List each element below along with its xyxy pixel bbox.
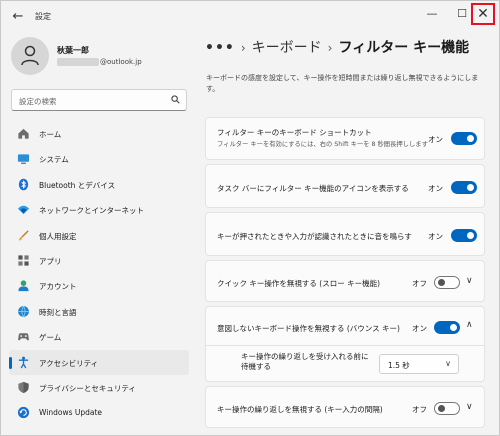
avatar <box>11 37 49 75</box>
sidebar-item-label: 時刻と言語 <box>39 307 77 317</box>
setting-slow-keys-card[interactable]: クイック キー操作を無視する (スロー キー機能) オフ ∨ <box>205 260 485 302</box>
toggle-state-label: オン <box>412 324 427 333</box>
toggle-state-label: オフ <box>412 279 427 288</box>
toggle-state-label: オフ <box>412 405 427 414</box>
toggle-knob <box>467 184 474 191</box>
toggle-knob <box>450 324 457 331</box>
sidebar-item-label: アクセシビリティ <box>39 358 99 368</box>
bluetooth-icon <box>18 178 29 191</box>
settings-window: ← 設定 — ☐ ✕ 秋葉一郎 @outlook.jp 設定の検索 ホーム シス… <box>0 0 500 436</box>
page-title: フィルター キー機能 <box>338 40 470 56</box>
sidebar-item-label: アカウント <box>39 282 77 292</box>
shield-icon <box>18 381 29 393</box>
bounce-keys-wait-row: キー操作の繰り返しを受け入れる前に待機する 1.5 秒 ∨ <box>205 346 485 382</box>
sidebar-item-label: ゲーム <box>39 333 62 343</box>
app-title: 設定 <box>35 12 51 21</box>
system-icon <box>17 154 30 165</box>
chevron-down-icon: ∨ <box>445 359 451 368</box>
sidebar-item-bluetooth[interactable]: Bluetooth とデバイス <box>9 172 189 197</box>
wait-label: キー操作の繰り返しを受け入れる前に待機する <box>241 352 369 371</box>
breadcrumb-overflow-button[interactable]: ••• <box>205 40 235 56</box>
sidebar-item-personalization[interactable]: 個人用設定 <box>9 223 189 248</box>
brush-icon <box>18 229 29 241</box>
back-button[interactable]: ← <box>10 9 26 25</box>
search-placeholder: 設定の検索 <box>19 97 57 106</box>
setting-title: クイック キー操作を無視する (スロー キー機能) <box>217 279 381 288</box>
sidebar-item-label: アプリ <box>39 256 62 266</box>
repeat-keys-toggle[interactable] <box>434 402 460 415</box>
search-icon <box>171 95 180 107</box>
sidebar-item-accessibility[interactable]: アクセシビリティ <box>9 349 189 375</box>
sidebar-item-label: 個人用設定 <box>39 231 77 241</box>
sidebar-item-label: ネットワークとインターネット <box>39 206 144 216</box>
search-input[interactable]: 設定の検索 <box>11 89 187 111</box>
sidebar-item-time-language[interactable]: 時刻と言語 <box>9 299 189 324</box>
chevron-right-icon: › <box>240 41 246 55</box>
minimize-button[interactable]: — <box>417 1 447 27</box>
user-name: 秋葉一郎 <box>57 46 89 55</box>
globe-clock-icon <box>18 305 29 317</box>
breadcrumb: ••• › キーボード › フィルター キー機能 <box>205 37 469 61</box>
sidebar-nav: ホーム システム Bluetooth とデバイス ネットワークとインターネット … <box>9 121 189 426</box>
sidebar-item-accounts[interactable]: アカウント <box>9 273 189 298</box>
sidebar-item-home[interactable]: ホーム <box>9 121 189 146</box>
toggle-knob <box>467 232 474 239</box>
accessibility-icon <box>18 356 29 368</box>
chevron-down-icon[interactable]: ∨ <box>466 276 473 286</box>
active-indicator <box>9 356 12 369</box>
setting-subtitle: フィルター キーを有効にするには、右の Shift キーを 8 秒間長押しします <box>217 141 428 148</box>
sidebar-item-gaming[interactable]: ゲーム <box>9 324 189 349</box>
person-icon <box>21 45 39 66</box>
toggle-knob <box>438 279 445 286</box>
account-icon <box>18 280 29 292</box>
sidebar-item-system[interactable]: システム <box>9 146 189 171</box>
sound-toggle[interactable] <box>451 229 477 242</box>
gamepad-icon <box>18 333 29 341</box>
setting-repeat-keys-card[interactable]: キー操作の繰り返しを無視する (キー入力の間隔) オフ ∨ <box>205 386 485 428</box>
sidebar-item-windows-update[interactable]: Windows Update <box>9 400 189 425</box>
taskbar-icon-toggle[interactable] <box>451 181 477 194</box>
setting-title: キー操作の繰り返しを無視する (キー入力の間隔) <box>217 405 383 414</box>
user-email: @outlook.jp <box>57 58 142 66</box>
sidebar-item-label: ホーム <box>39 130 62 139</box>
slow-keys-toggle[interactable] <box>434 276 460 289</box>
toggle-knob <box>467 135 474 142</box>
chevron-right-icon: › <box>327 41 333 55</box>
sidebar-item-apps[interactable]: アプリ <box>9 248 189 273</box>
toggle-knob <box>438 405 445 412</box>
setting-bounce-keys-card[interactable]: 意図しないキーボード操作を無視する (バウンス キー) オン ∧ <box>205 306 485 346</box>
page-description: キーボードの感度を設定して、キー操作を短時間または繰り返し無視できるようにします… <box>206 74 479 93</box>
toggle-state-label: オン <box>428 184 443 193</box>
sidebar-item-label: プライバシーとセキュリティ <box>39 383 136 393</box>
title-bar: ← 設定 — ☐ ✕ <box>1 1 499 33</box>
sidebar-item-label: Bluetooth とデバイス <box>39 180 116 190</box>
apps-icon <box>18 255 29 266</box>
wifi-icon <box>17 205 30 215</box>
shortcut-toggle[interactable] <box>451 132 477 145</box>
setting-title: フィルター キーのキーボード ショートカット <box>217 128 372 137</box>
wait-time-dropdown[interactable]: 1.5 秒 ∨ <box>379 354 459 374</box>
email-redaction <box>57 58 99 66</box>
setting-title: タスク バーにフィルター キー機能のアイコンを表示する <box>217 184 409 193</box>
sidebar-item-privacy[interactable]: プライバシーとセキュリティ <box>9 375 189 400</box>
sidebar-item-label: システム <box>39 155 69 165</box>
chevron-up-icon[interactable]: ∧ <box>466 320 473 330</box>
sidebar-item-label: Windows Update <box>39 408 103 418</box>
toggle-state-label: オン <box>428 135 443 144</box>
chevron-down-icon[interactable]: ∨ <box>466 402 473 412</box>
dropdown-value: 1.5 秒 <box>388 361 410 370</box>
home-icon <box>18 128 29 139</box>
setting-sound-card: キーが押されたときや入力が認識されたときに音を鳴らす オン <box>205 212 485 256</box>
toggle-state-label: オン <box>428 232 443 241</box>
user-profile[interactable]: 秋葉一郎 @outlook.jp <box>11 37 191 77</box>
update-icon <box>17 407 30 419</box>
setting-title: キーが押されたときや入力が認識されたときに音を鳴らす <box>217 232 412 241</box>
sidebar-item-network[interactable]: ネットワークとインターネット <box>9 197 189 222</box>
setting-title: 意図しないキーボード操作を無視する (バウンス キー) <box>217 324 400 333</box>
breadcrumb-keyboard-link[interactable]: キーボード <box>252 40 322 56</box>
close-button[interactable]: ✕ <box>471 3 495 25</box>
setting-shortcut-card: フィルター キーのキーボード ショートカット フィルター キーを有効にするには、… <box>205 117 485 160</box>
bounce-keys-toggle[interactable] <box>434 321 460 334</box>
setting-taskbar-icon-card: タスク バーにフィルター キー機能のアイコンを表示する オン <box>205 164 485 208</box>
